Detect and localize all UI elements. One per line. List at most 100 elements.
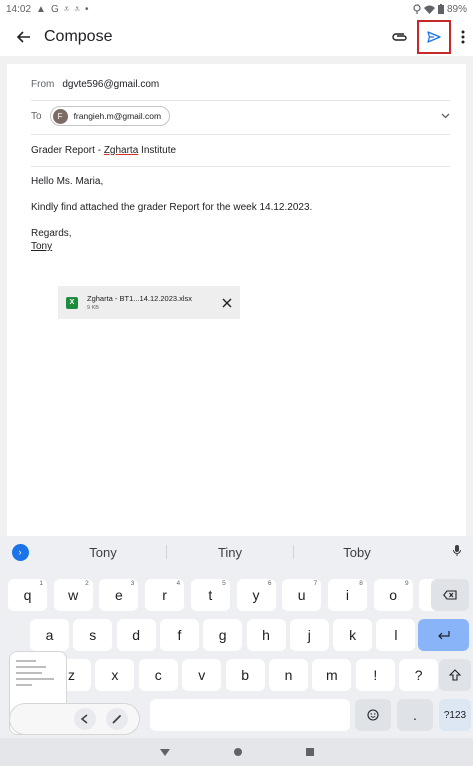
key-question[interactable]: ? <box>399 659 439 691</box>
status-right: 89% <box>413 4 467 15</box>
remove-attachment-button[interactable] <box>222 295 232 311</box>
thumbnail-line <box>16 672 42 674</box>
more-options-button[interactable] <box>453 24 473 50</box>
subject-misspelled-word: Zgharta <box>103 144 139 156</box>
divider <box>31 100 450 101</box>
message-body[interactable]: Hello Ms. Maria, Kindly find attached th… <box>31 175 450 253</box>
key-i[interactable]: i8 <box>327 579 367 611</box>
space-key[interactable] <box>150 699 350 731</box>
key-label: t <box>208 587 213 603</box>
suggestion-1[interactable]: Tony <box>40 545 166 560</box>
recipient-chip[interactable]: F frangieh.m@gmail.com <box>49 106 171 126</box>
paperclip-icon <box>392 33 407 41</box>
nav-home-button[interactable] <box>233 748 242 756</box>
to-row[interactable]: To F frangieh.m@gmail.com <box>31 104 450 128</box>
enter-key[interactable] <box>418 619 469 651</box>
key-j[interactable]: j <box>289 619 329 651</box>
back-button[interactable] <box>6 19 42 55</box>
key-label: i <box>345 587 349 603</box>
key-b[interactable]: b <box>225 659 265 691</box>
compose-sheet: From dgvte596@gmail.com To F frangieh.m@… <box>7 64 466 536</box>
attachment-size: 9 KB <box>87 305 99 311</box>
key-a[interactable]: a <box>30 619 69 651</box>
screenshot-preview[interactable] <box>10 652 139 734</box>
key-e[interactable]: e3 <box>99 579 139 611</box>
attach-button[interactable] <box>387 24 413 50</box>
subject-field[interactable]: Grader Report - Zgharta Institute <box>31 140 450 160</box>
attachment-info: Zgharta - BT1...14.12.2023.xlsx 9 KB <box>87 294 192 311</box>
suggestion-2[interactable]: Tiny <box>167 545 293 560</box>
key-f[interactable]: f <box>159 619 199 651</box>
key-g[interactable]: g <box>203 619 243 651</box>
key-d[interactable]: d <box>116 619 156 651</box>
greeting: Hello Ms. Maria, <box>31 176 104 187</box>
send-icon <box>427 31 441 43</box>
key-hint: 9 <box>404 580 409 587</box>
key-o[interactable]: o9 <box>373 579 413 611</box>
key-label: o <box>389 587 397 603</box>
key-hint: 4 <box>176 580 181 587</box>
status-time: 14:02 <box>6 3 32 15</box>
key-hint: 7 <box>313 580 318 587</box>
divider <box>31 166 450 167</box>
key-k[interactable]: k <box>333 619 373 651</box>
key-c[interactable]: c <box>138 659 178 691</box>
signature: Tony <box>31 241 53 252</box>
nav-recents-button[interactable] <box>305 748 314 756</box>
emoji-key[interactable] <box>355 699 391 731</box>
send-button[interactable] <box>417 20 451 54</box>
microphone-button[interactable] <box>453 544 461 560</box>
attachment-card[interactable]: X Zgharta - BT1...14.12.2023.xlsx 9 KB <box>58 286 240 319</box>
enter-icon <box>437 631 450 640</box>
status-bar: 14:02 ▲ G ⩡ ⩡ • 89% <box>0 0 473 18</box>
share-screenshot-button[interactable] <box>74 708 96 730</box>
check-icon: ⩡ <box>63 3 70 15</box>
key-label: e <box>114 587 123 603</box>
key-label: r <box>162 587 167 603</box>
key-label: w <box>68 587 79 603</box>
check-icon: ⩡ <box>74 3 80 15</box>
page-title: Compose <box>44 28 113 45</box>
period-key[interactable]: . <box>397 699 433 731</box>
thumbnail-line <box>16 666 46 668</box>
thumbnail-line <box>16 660 36 662</box>
key-w[interactable]: w2 <box>53 579 93 611</box>
key-r[interactable]: r4 <box>145 579 185 611</box>
backspace-key[interactable] <box>431 579 469 611</box>
emoji-icon <box>367 709 379 721</box>
key-v[interactable]: v <box>182 659 222 691</box>
to-label: To <box>31 110 42 122</box>
battery-icon <box>437 4 444 14</box>
key-y[interactable]: y6 <box>236 579 276 611</box>
app-bar: Compose <box>0 18 473 56</box>
expand-recipients-button[interactable] <box>441 111 450 122</box>
key-s[interactable]: s <box>73 619 113 651</box>
symbols-key[interactable]: ?123 <box>439 699 471 731</box>
arrow-back-icon <box>17 31 30 43</box>
edit-screenshot-button[interactable] <box>106 708 128 730</box>
key-m[interactable]: m <box>312 659 352 691</box>
thumbnail-line <box>16 678 54 680</box>
nav-back-button[interactable] <box>159 748 170 756</box>
key-label: u <box>297 587 306 603</box>
key-n[interactable]: n <box>269 659 308 691</box>
shift-key[interactable] <box>439 659 471 691</box>
suggestion-3[interactable]: Toby <box>294 545 420 560</box>
keyboard-menu-button[interactable]: › <box>0 543 40 561</box>
drive-icon: ▲ <box>36 3 46 15</box>
key-h[interactable]: h <box>246 619 286 651</box>
from-address: dgvte596@gmail.com <box>62 78 160 90</box>
key-q[interactable]: q1 <box>8 579 47 611</box>
share-icon <box>80 714 88 724</box>
microphone-icon <box>453 544 461 556</box>
key-t[interactable]: t5 <box>190 579 230 611</box>
backspace-icon <box>443 590 457 600</box>
key-u[interactable]: u7 <box>282 579 322 611</box>
thumbnail-line <box>16 684 32 686</box>
key-exclamation[interactable]: ! <box>355 659 395 691</box>
system-nav-bar <box>0 738 473 766</box>
more-vert-icon <box>461 30 465 44</box>
key-row-1: q1w2e3r4t5y6u7i8o9p0 <box>0 579 473 611</box>
key-l[interactable]: l <box>376 619 416 651</box>
from-row[interactable]: From dgvte596@gmail.com <box>31 74 450 94</box>
